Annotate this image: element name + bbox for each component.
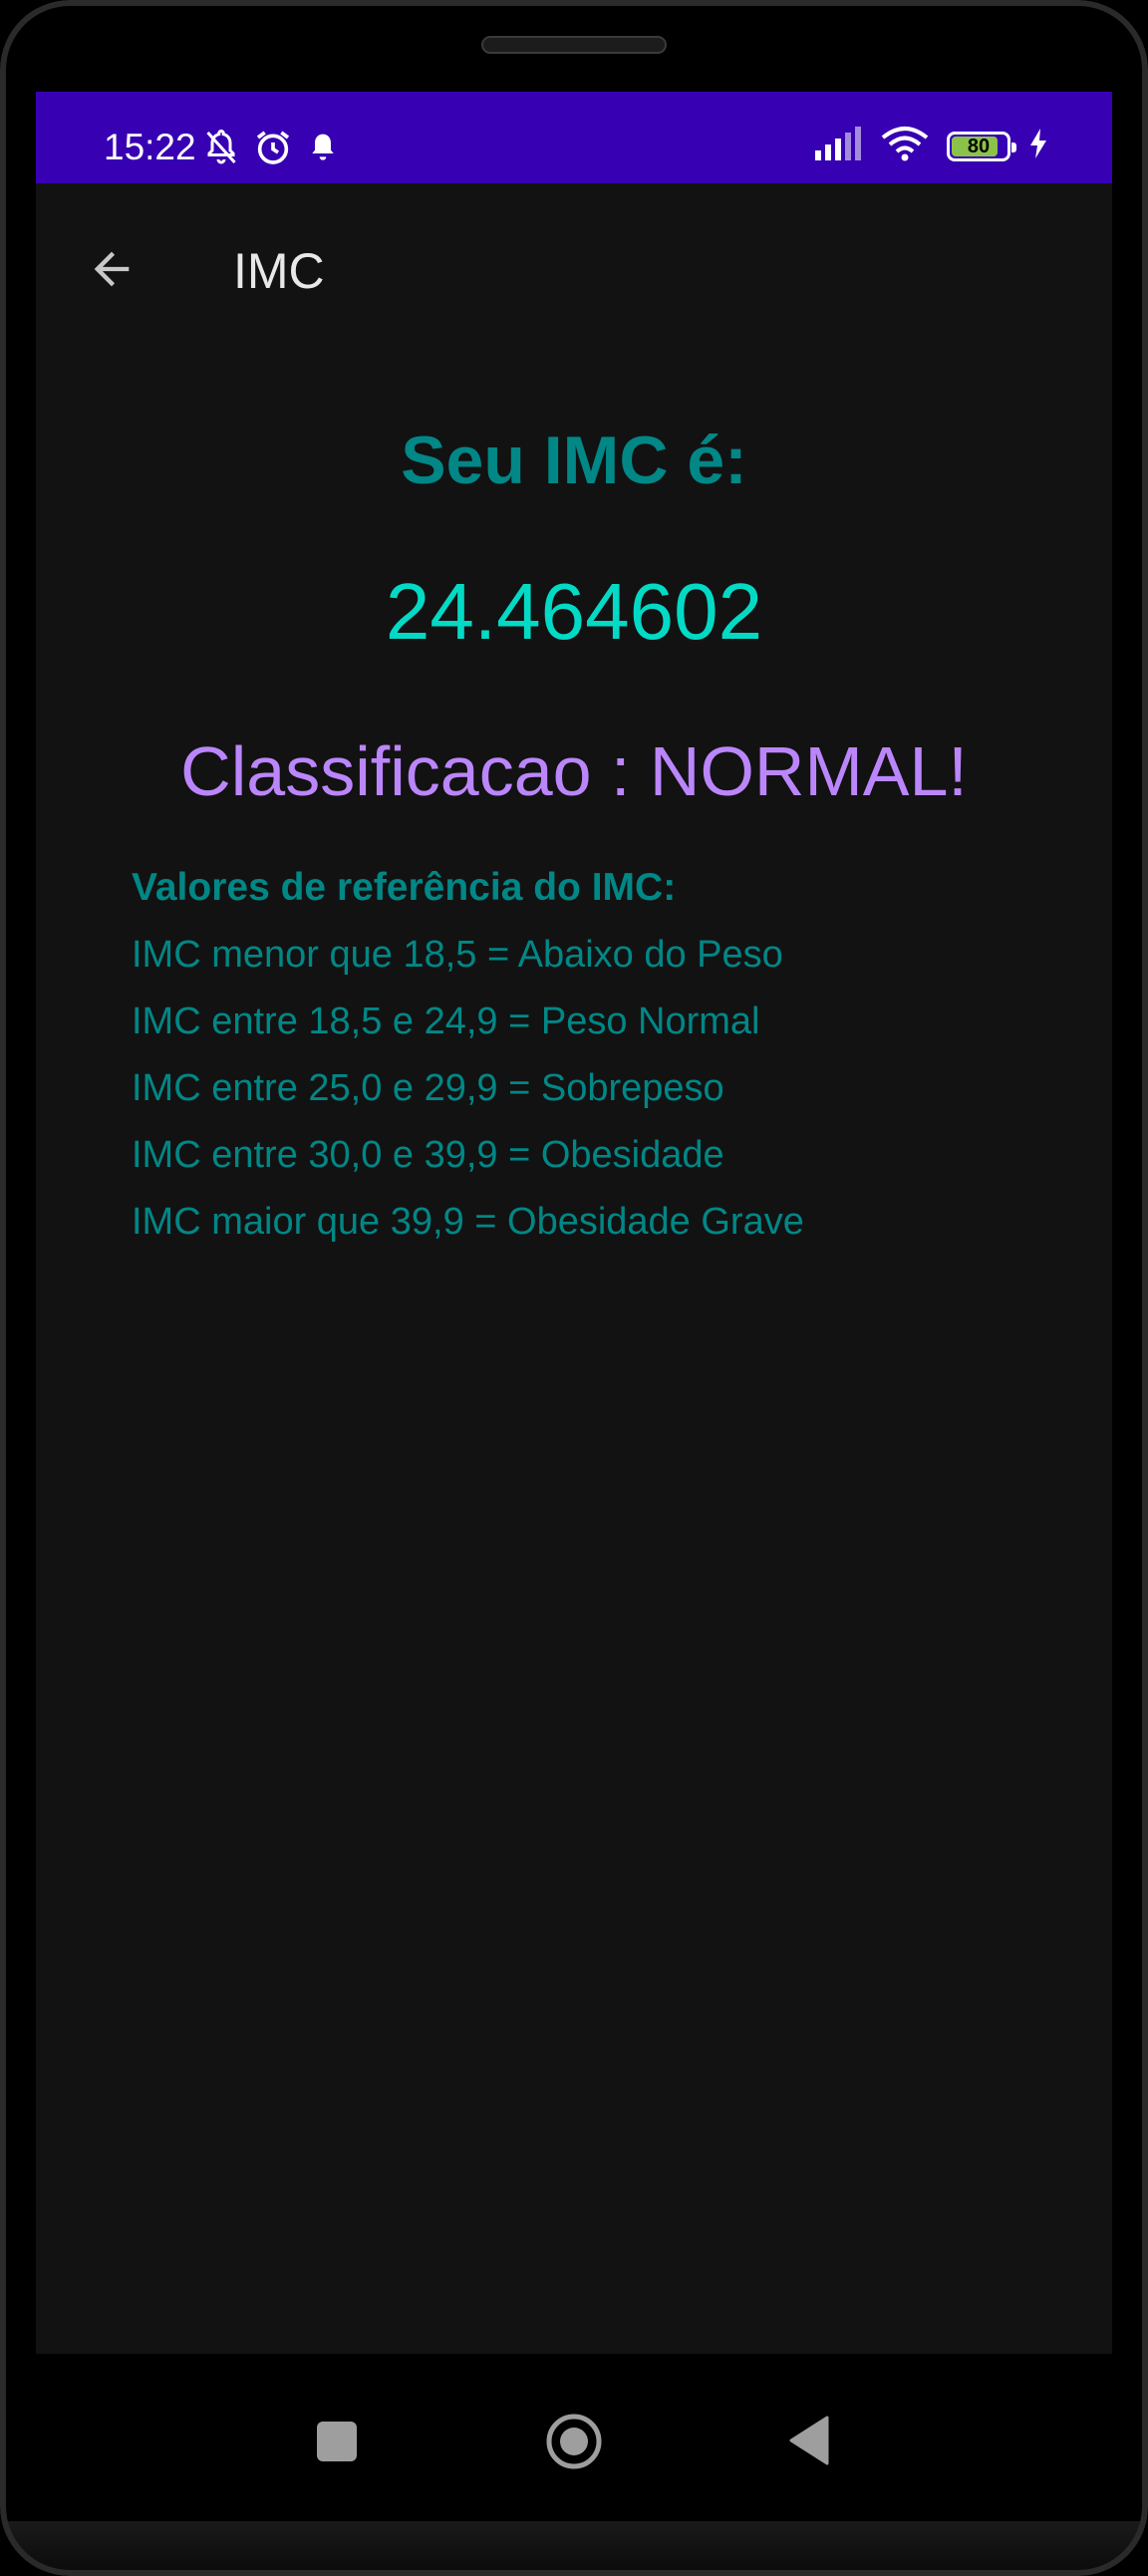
navigation-bar xyxy=(0,2354,1148,2523)
wifi-icon xyxy=(881,126,929,166)
earpiece-speaker xyxy=(481,36,667,54)
app-bar: IMC xyxy=(36,183,1112,347)
back-button[interactable] xyxy=(76,235,147,307)
reference-line: IMC entre 25,0 e 29,9 = Sobrepeso xyxy=(132,1067,724,1109)
reference-line: IMC menor que 18,5 = Abaixo do Peso xyxy=(132,934,783,976)
phone-frame: 15:22 80 IMC Seu IMC é: 24.464602 Classi… xyxy=(0,0,1148,2576)
screen: 15:22 80 IMC Seu IMC é: 24.464602 Classi… xyxy=(36,92,1112,2354)
status-time: 15:22 xyxy=(104,127,196,167)
battery-icon: 80 xyxy=(947,131,1016,161)
imc-value: 24.464602 xyxy=(385,567,763,656)
reference-line: IMC maior que 39,9 = Obesidade Grave xyxy=(132,1201,804,1243)
app-title: IMC xyxy=(233,243,325,299)
status-icons-right: 80 xyxy=(815,126,1048,166)
back-triangle-icon[interactable] xyxy=(787,2416,829,2465)
battery-tip xyxy=(1011,142,1016,152)
notifications-off-icon xyxy=(203,128,239,172)
recents-square-icon[interactable] xyxy=(317,2422,357,2461)
reference-values: Valores de referência do IMC: IMC menor … xyxy=(132,865,1028,1266)
alarm-icon xyxy=(253,128,293,172)
arrow-back-icon xyxy=(86,243,138,300)
bell-icon xyxy=(307,130,339,170)
reference-title: Valores de referência do IMC: xyxy=(132,866,677,909)
battery-level: 80 xyxy=(967,135,991,157)
status-icons-left xyxy=(203,128,339,172)
result-label: Seu IMC é: xyxy=(401,423,747,498)
phone-bottom-edge xyxy=(0,2521,1148,2576)
reference-line: IMC entre 30,0 e 39,9 = Obesidade xyxy=(132,1134,724,1176)
home-circle-icon[interactable] xyxy=(544,2412,604,2471)
status-bar: 15:22 80 xyxy=(36,92,1112,183)
classification-text: Classificacao : NORMAL! xyxy=(180,732,968,810)
reference-line: IMC entre 18,5 e 24,9 = Peso Normal xyxy=(132,1001,760,1042)
signal-icon xyxy=(815,127,863,165)
charging-icon xyxy=(1028,129,1048,163)
